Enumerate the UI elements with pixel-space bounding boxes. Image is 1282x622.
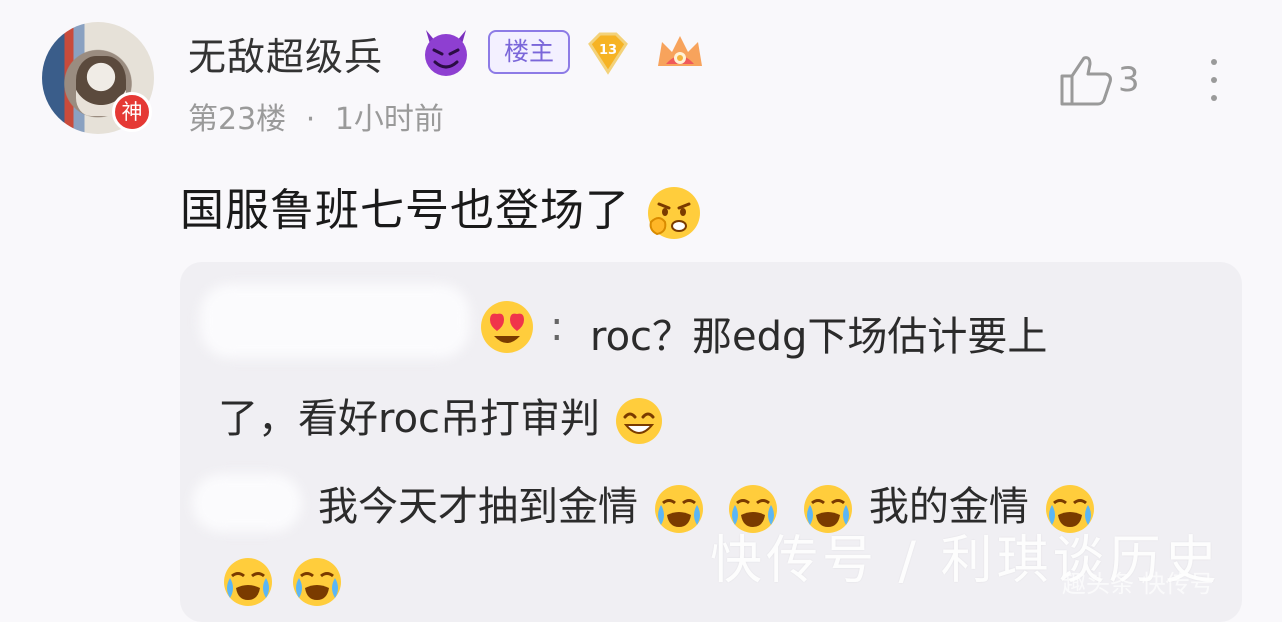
reply2-line2 (220, 554, 345, 610)
username[interactable]: 无敌超级兵 (188, 26, 383, 81)
more-vertical-icon[interactable] (1206, 56, 1222, 106)
reply2-username-redacted (192, 474, 302, 532)
reply2-text-part1: 我今天才抽到金情 (318, 484, 638, 530)
floor-number: 第23楼 (188, 102, 287, 137)
reply1-username-redacted (200, 284, 470, 358)
post-meta: 第23楼 · 1小时前 (188, 94, 444, 138)
reply1-colon: : (550, 304, 564, 350)
like-count: 3 (1118, 60, 1140, 100)
watermark-sub: 趣头条 快传号 (1062, 570, 1214, 598)
reply1-line2-text: 了，看好roc吊打审判 (218, 396, 601, 442)
crying-emoji-icon (293, 558, 342, 606)
post-content: 国服鲁班七号也登场了 (180, 174, 703, 242)
heart-eyes-emoji-icon (481, 301, 533, 353)
level-diamond-icon: 13 (588, 32, 628, 75)
thumb-up-icon[interactable] (1058, 52, 1114, 108)
crying-emoji-icon (224, 558, 272, 606)
meta-separator: · (305, 102, 316, 137)
sly-face-emoji-icon (648, 187, 700, 239)
rank-crown-icon (658, 36, 702, 66)
reply1-line2: 了，看好roc吊打审判 (218, 386, 665, 447)
god-badge: 神 (112, 92, 152, 132)
devil-emoji-icon (425, 30, 467, 76)
reply1-line1: roc？那edg下场估计要上 (590, 314, 1048, 360)
post-text: 国服鲁班七号也登场了 (180, 185, 630, 236)
laughing-emoji-icon (615, 398, 662, 444)
post-time: 1小时前 (334, 102, 444, 137)
crying-emoji-icon (654, 485, 703, 533)
level-number: 13 (599, 43, 617, 58)
owner-tag: 楼主 (488, 30, 570, 74)
